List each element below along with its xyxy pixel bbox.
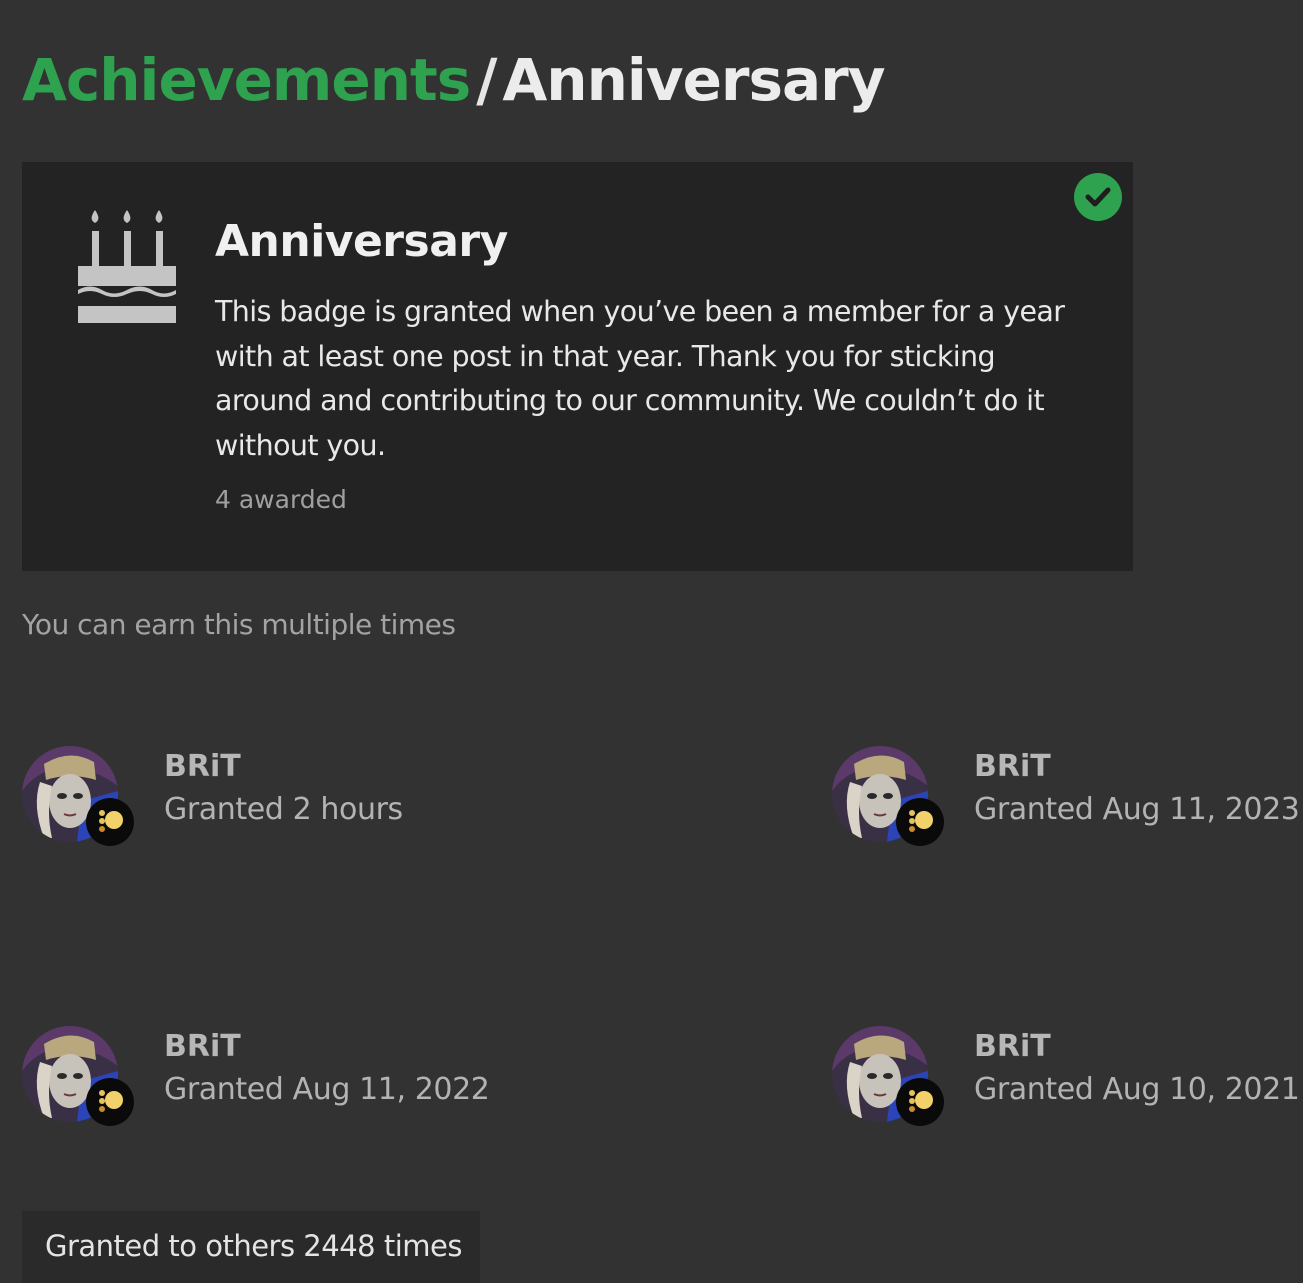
grant-username[interactable]: BRiT: [164, 1029, 241, 1064]
flair-icon: [896, 1078, 944, 1126]
flair-icon: [896, 798, 944, 846]
page-title: Anniversary: [502, 46, 885, 114]
grant-date: Granted Aug 11, 2022: [164, 1072, 490, 1107]
badge-description: This badge is granted when you’ve been a…: [215, 295, 1065, 462]
grant-username[interactable]: BRiT: [164, 749, 241, 784]
grant-date: Granted Aug 10, 2021: [974, 1072, 1300, 1107]
earn-multiple-note: You can earn this multiple times: [22, 608, 456, 641]
grant-username[interactable]: BRiT: [974, 1029, 1051, 1064]
grant-item: BRiT Granted 2 hours: [22, 746, 492, 846]
flair-icon: [86, 1078, 134, 1126]
breadcrumb-separator: /: [476, 46, 497, 114]
badge-card: Anniversary This badge is granted when y…: [22, 162, 1133, 571]
granted-to-others-button[interactable]: Granted to others 2448 times: [22, 1211, 480, 1283]
check-circle-icon: [1074, 173, 1122, 221]
breadcrumb: Achievements / Anniversary: [22, 46, 886, 114]
grant-date: Granted 2 hours: [164, 792, 403, 827]
birthday-cake-icon: [78, 210, 176, 323]
badge-page: Achievements / Anniversary Anniversary T…: [0, 0, 1303, 1283]
grant-date: Granted Aug 11, 2023: [974, 792, 1300, 827]
awarded-count: 4 awarded: [215, 485, 347, 514]
grant-item: BRiT Granted Aug 11, 2023: [832, 746, 1302, 846]
grant-username[interactable]: BRiT: [974, 749, 1051, 784]
badge-title: Anniversary: [215, 216, 508, 267]
grant-item: BRiT Granted Aug 10, 2021: [832, 1026, 1302, 1126]
flair-icon: [86, 798, 134, 846]
breadcrumb-achievements-link[interactable]: Achievements: [22, 46, 471, 114]
grant-item: BRiT Granted Aug 11, 2022: [22, 1026, 492, 1126]
